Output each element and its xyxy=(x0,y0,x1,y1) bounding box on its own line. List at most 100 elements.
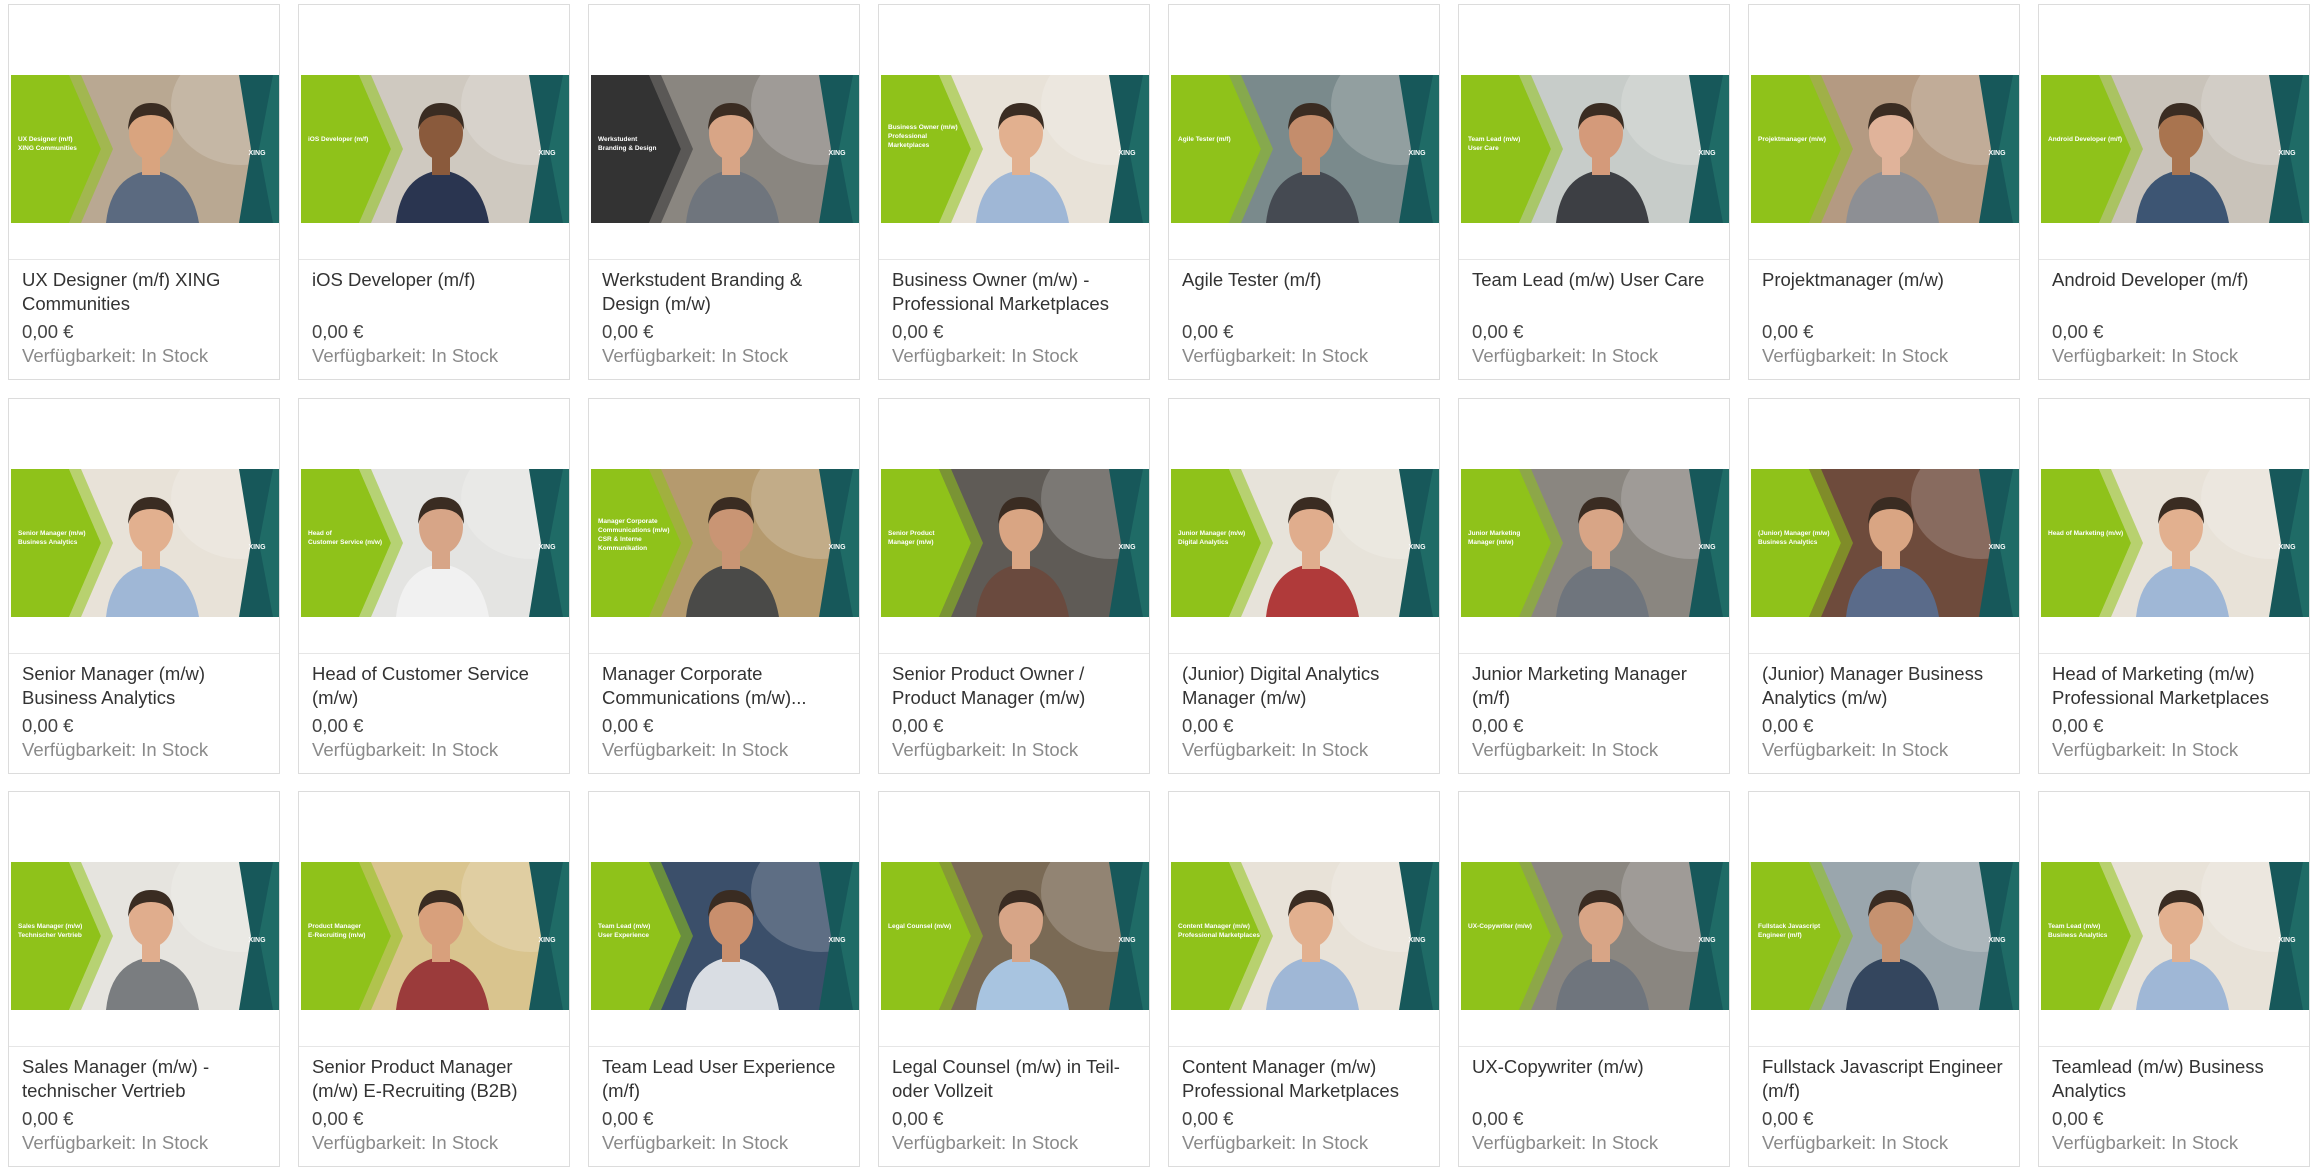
product-card[interactable]: XING Junior Marketing Manager (m/w) Junior … xyxy=(1458,398,1730,774)
product-title[interactable]: Projektmanager (m/w) xyxy=(1762,268,2012,318)
banner-text: Senior Manager (m/w) xyxy=(18,530,86,537)
product-card[interactable]: XING Team Lead (m/w) Business Analytics Tea… xyxy=(2038,791,2310,1167)
product-card[interactable]: XING Senior Manager (m/w) Business Analyti… xyxy=(8,398,280,774)
product-image[interactable]: XING Manager Corporate Communications (m/w… xyxy=(591,469,859,617)
product-availability: Verfügbarkeit: In Stock xyxy=(602,1132,789,1153)
banner-text: Kommunikation xyxy=(598,545,647,552)
card-divider xyxy=(2039,259,2309,260)
banner-text: Projektmanager (m/w) xyxy=(1758,136,1826,143)
product-image[interactable]: XING Legal Counsel (m/w) xyxy=(881,862,1149,1010)
product-card[interactable]: XING Team Lead (m/w) User Care Team Lead (m… xyxy=(1458,4,1730,380)
product-image[interactable]: XING Team Lead (m/w) Business Analytics xyxy=(2041,862,2309,1010)
product-card[interactable]: XING Projektmanager (m/w) Projektmanager (… xyxy=(1748,4,2020,380)
product-card[interactable]: XING UX Designer (m/f) XING Communities UX … xyxy=(8,4,280,380)
card-divider xyxy=(1169,1046,1439,1047)
product-image[interactable]: XING Agile Tester (m/f) xyxy=(1171,75,1439,223)
product-card[interactable]: XING Manager Corporate Communications (m/w… xyxy=(588,398,860,774)
product-card[interactable]: XING Fullstack Javascript Engineer (m/f) Fu… xyxy=(1748,791,2020,1167)
product-price: 0,00 € xyxy=(312,715,364,736)
product-title[interactable]: Junior Marketing Manager (m/f) xyxy=(1472,662,1722,712)
product-image[interactable]: XING Head of Customer Service (m/w) xyxy=(301,469,569,617)
product-title[interactable]: Team Lead User Experience (m/f) xyxy=(602,1055,852,1105)
product-title[interactable]: UX-Copywriter (m/w) xyxy=(1472,1055,1722,1105)
product-title[interactable]: Senior Product Manager (m/w) E-Recruitin… xyxy=(312,1055,562,1105)
product-title[interactable]: Team Lead (m/w) User Care xyxy=(1472,268,1722,318)
product-title[interactable]: Sales Manager (m/w) - technischer Vertri… xyxy=(22,1055,272,1105)
xing-logo: XING xyxy=(1118,150,1136,157)
product-card[interactable]: XING Team Lead (m/w) User Experience Team L… xyxy=(588,791,860,1167)
product-image[interactable]: XING iOS Developer (m/f) xyxy=(301,75,569,223)
product-card[interactable]: XING Android Developer (m/f) Android Devel… xyxy=(2038,4,2310,380)
product-availability: Verfügbarkeit: In Stock xyxy=(312,345,499,366)
product-title[interactable]: (Junior) Digital Analytics Manager (m/w) xyxy=(1182,662,1432,712)
product-availability: Verfügbarkeit: In Stock xyxy=(312,1132,499,1153)
product-image[interactable]: XING UX-Copywriter (m/w) xyxy=(1461,862,1729,1010)
card-divider xyxy=(589,1046,859,1047)
banner-text: Senior Product xyxy=(888,530,935,537)
product-image[interactable]: XING Senior Product Manager (m/w) xyxy=(881,469,1149,617)
product-image[interactable]: XING Team Lead (m/w) User Experience xyxy=(591,862,859,1010)
product-price: 0,00 € xyxy=(2052,321,2104,342)
product-card[interactable]: XING Legal Counsel (m/w) Legal Counsel (m/… xyxy=(878,791,1150,1167)
product-card[interactable]: XING Head of Marketing (m/w) Head of Marke… xyxy=(2038,398,2310,774)
product-title[interactable]: Teamlead (m/w) Business Analytics xyxy=(2052,1055,2302,1105)
product-title[interactable]: Senior Product Owner / Product Manager (… xyxy=(892,662,1142,712)
xing-logo: XING xyxy=(1698,937,1716,944)
product-card[interactable]: XING Junior Manager (m/w) Digital Analytic… xyxy=(1168,398,1440,774)
product-card[interactable]: XING Content Manager (m/w) Professional Ma… xyxy=(1168,791,1440,1167)
product-title[interactable]: Business Owner (m/w) - Professional Mark… xyxy=(892,268,1142,318)
product-image[interactable]: XING Junior Manager (m/w) Digital Analytic… xyxy=(1171,469,1439,617)
product-card[interactable]: XING (Junior) Manager (m/w) Business Analy… xyxy=(1748,398,2020,774)
product-card[interactable]: XING Senior Product Manager (m/w) Senior Pr… xyxy=(878,398,1150,774)
product-title[interactable]: Content Manager (m/w) Professional Marke… xyxy=(1182,1055,1432,1105)
product-image[interactable]: XING Head of Marketing (m/w) xyxy=(2041,469,2309,617)
product-title[interactable]: Android Developer (m/f) xyxy=(2052,268,2302,318)
card-divider xyxy=(299,259,569,260)
product-title[interactable]: Senior Manager (m/w) Business Analytics xyxy=(22,662,272,712)
product-card[interactable]: XING Werkstudent Branding & Design Werkstud… xyxy=(588,4,860,380)
product-title[interactable]: Manager Corporate Communications (m/w)..… xyxy=(602,662,852,712)
banner-text: Manager (m/w) xyxy=(888,539,934,546)
product-image[interactable]: XING Werkstudent Branding & Design xyxy=(591,75,859,223)
product-image[interactable]: XING Android Developer (m/f) xyxy=(2041,75,2309,223)
product-image[interactable]: XING Projektmanager (m/w) xyxy=(1751,75,2019,223)
product-image[interactable]: XING Sales Manager (m/w) Technischer Vertr… xyxy=(11,862,279,1010)
product-image[interactable]: XING Business Owner (m/w) Professional Mark… xyxy=(881,75,1149,223)
card-divider xyxy=(2039,1046,2309,1047)
product-title[interactable]: Head of Customer Service (m/w) xyxy=(312,662,562,712)
card-divider xyxy=(1169,653,1439,654)
xing-logo: XING xyxy=(1118,937,1136,944)
product-title[interactable]: Head of Marketing (m/w) Professional Mar… xyxy=(2052,662,2302,712)
product-availability: Verfügbarkeit: In Stock xyxy=(2052,345,2239,366)
product-card[interactable]: XING Business Owner (m/w) Professional Mark… xyxy=(878,4,1150,380)
product-availability: Verfügbarkeit: In Stock xyxy=(22,739,209,760)
product-image[interactable]: XING Content Manager (m/w) Professional Ma… xyxy=(1171,862,1439,1010)
product-title[interactable]: iOS Developer (m/f) xyxy=(312,268,562,318)
product-image[interactable]: XING Senior Manager (m/w) Business Analyti… xyxy=(11,469,279,617)
product-image[interactable]: XING (Junior) Manager (m/w) Business Analy… xyxy=(1751,469,2019,617)
banner-text: Manager Corporate xyxy=(598,518,658,525)
product-card[interactable]: XING Product Manager E-Recruiting (m/w) Sen… xyxy=(298,791,570,1167)
product-image[interactable]: XING Product Manager E-Recruiting (m/w) xyxy=(301,862,569,1010)
product-price: 0,00 € xyxy=(892,321,944,342)
card-divider xyxy=(879,653,1149,654)
product-title[interactable]: Agile Tester (m/f) xyxy=(1182,268,1432,318)
product-title[interactable]: Werkstudent Branding & Design (m/w) xyxy=(602,268,852,318)
product-card[interactable]: XING Head of Customer Service (m/w) Head of… xyxy=(298,398,570,774)
product-price: 0,00 € xyxy=(22,321,74,342)
product-card[interactable]: XING Sales Manager (m/w) Technischer Vertr… xyxy=(8,791,280,1167)
banner-text: Fullstack Javascript xyxy=(1758,923,1821,930)
product-image[interactable]: XING Junior Marketing Manager (m/w) xyxy=(1461,469,1729,617)
product-title[interactable]: (Junior) Manager Business Analytics (m/w… xyxy=(1762,662,2012,712)
product-card[interactable]: XING iOS Developer (m/f) iOS Developer (m/… xyxy=(298,4,570,380)
product-image[interactable]: XING UX Designer (m/f) XING Communities xyxy=(11,75,279,223)
product-price: 0,00 € xyxy=(892,1108,944,1129)
product-card[interactable]: XING UX-Copywriter (m/w) UX-Copywriter (m/… xyxy=(1458,791,1730,1167)
product-title[interactable]: Fullstack Javascript Engineer (m/f) xyxy=(1762,1055,2012,1105)
product-title[interactable]: UX Designer (m/f) XING Communities xyxy=(22,268,272,318)
product-image[interactable]: XING Team Lead (m/w) User Care xyxy=(1461,75,1729,223)
product-image[interactable]: XING Fullstack Javascript Engineer (m/f) xyxy=(1751,862,2019,1010)
xing-logo: XING xyxy=(1988,150,2006,157)
product-title[interactable]: Legal Counsel (m/w) in Teil- oder Vollze… xyxy=(892,1055,1142,1105)
product-card[interactable]: XING Agile Tester (m/f) Agile Tester (m/f)… xyxy=(1168,4,1440,380)
